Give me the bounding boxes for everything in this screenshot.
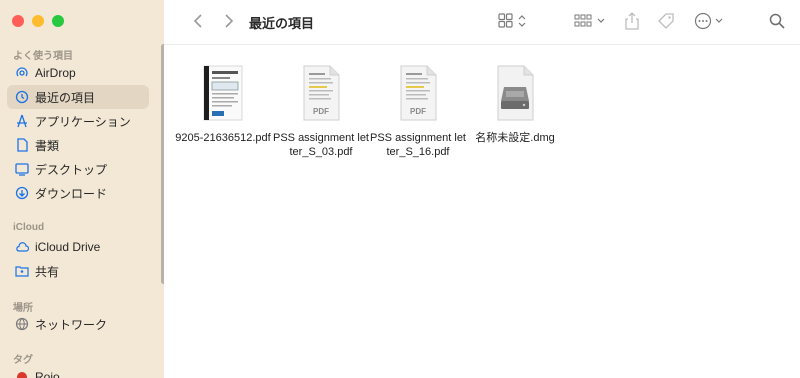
search-icon (769, 13, 785, 29)
clock-icon (15, 90, 29, 104)
zoom-button[interactable] (52, 15, 64, 27)
sidebar-item-label: ネットワーク (35, 317, 108, 332)
pdf-badge: PDF (410, 107, 426, 116)
sidebar-item-desktop[interactable]: デスクトップ (7, 157, 149, 181)
search-button[interactable] (767, 10, 787, 32)
file-name: 名称未設定.dmg (475, 132, 555, 144)
sidebar-item-label: アプリケーション (35, 114, 131, 129)
shared-folder-icon (15, 264, 29, 278)
file-item[interactable]: PDF PSS assignment letter_S_16.pdf (370, 65, 466, 159)
tag-icon (658, 13, 674, 29)
sidebar-item-label: 書類 (35, 138, 60, 153)
disk-image-icon (497, 65, 534, 121)
toolbar: 最近の項目 (164, 0, 800, 44)
sidebar-item-label: ダウンロード (35, 186, 108, 201)
applications-icon (15, 114, 29, 128)
tag-button[interactable] (656, 10, 676, 32)
view-mode-button[interactable] (498, 10, 532, 32)
file-name: 9205-21636512.pdf (175, 132, 271, 144)
red-tag-icon (15, 370, 29, 378)
sidebar-item-recents[interactable]: 最近の項目 (7, 85, 149, 109)
sidebar-section-tags: タグ (13, 355, 33, 366)
chevron-right-icon (225, 14, 234, 28)
sidebar-item-label: iCloud Drive (35, 240, 101, 254)
sidebar-item-shared[interactable]: 共有 (7, 259, 149, 283)
chevron-left-icon (193, 14, 202, 28)
sidebar-item-documents[interactable]: 書類 (7, 133, 149, 157)
share-button[interactable] (622, 10, 642, 32)
sidebar-item-downloads[interactable]: ダウンロード (7, 181, 149, 205)
sidebar-item-icloud-drive[interactable]: iCloud Drive (7, 235, 149, 259)
sidebar-item-tag-rojo[interactable]: Rojo (7, 365, 149, 378)
sidebar-item-label: Rojo (35, 370, 60, 378)
sidebar-item-label: 共有 (35, 264, 60, 279)
group-button[interactable] (574, 10, 610, 32)
action-menu-button[interactable] (694, 10, 728, 32)
scanned-pdf-thumbnail (203, 65, 243, 121)
sidebar-item-network[interactable]: ネットワーク (7, 312, 149, 336)
sidebar-item-label: AirDrop (35, 66, 76, 80)
group-view-icon (574, 14, 605, 27)
share-icon (625, 12, 639, 30)
more-icon (694, 12, 723, 30)
network-icon (15, 317, 29, 331)
sidebar-section-icloud: iCloud (13, 222, 45, 233)
close-button[interactable] (12, 15, 24, 27)
window-title: 最近の項目 (249, 16, 315, 31)
document-icon (15, 138, 29, 152)
cloud-icon (15, 240, 29, 254)
file-item[interactable]: 9205-21636512.pdf (175, 65, 271, 145)
traffic-lights (12, 15, 64, 27)
sidebar-section-favorites: よく使う項目 (13, 51, 73, 62)
pdf-badge: PDF (313, 107, 329, 116)
file-grid: 9205-21636512.pdf PDF PSS assignment let… (164, 45, 800, 378)
sidebar: よく使う項目 AirDrop 最近の項目 アプリケーション 書類 デスクトップ … (0, 0, 166, 378)
file-name: PSS assignment letter_S_16.pdf (370, 132, 466, 158)
file-item[interactable]: PDF PSS assignment letter_S_03.pdf (273, 65, 369, 159)
back-button[interactable] (188, 10, 208, 32)
download-icon (15, 186, 29, 200)
minimize-button[interactable] (32, 15, 44, 27)
finder-window: よく使う項目 AirDrop 最近の項目 アプリケーション 書類 デスクトップ … (0, 0, 800, 378)
sidebar-item-airdrop[interactable]: AirDrop (7, 61, 149, 85)
forward-button[interactable] (219, 10, 239, 32)
grid-view-icon (498, 13, 526, 28)
desktop-icon (15, 162, 29, 176)
airdrop-icon (15, 66, 29, 80)
file-name: PSS assignment letter_S_03.pdf (273, 132, 369, 158)
sidebar-item-applications[interactable]: アプリケーション (7, 109, 149, 133)
sidebar-item-label: 最近の項目 (35, 90, 96, 105)
file-item[interactable]: 名称未設定.dmg (467, 65, 563, 145)
sidebar-item-label: デスクトップ (35, 162, 108, 177)
